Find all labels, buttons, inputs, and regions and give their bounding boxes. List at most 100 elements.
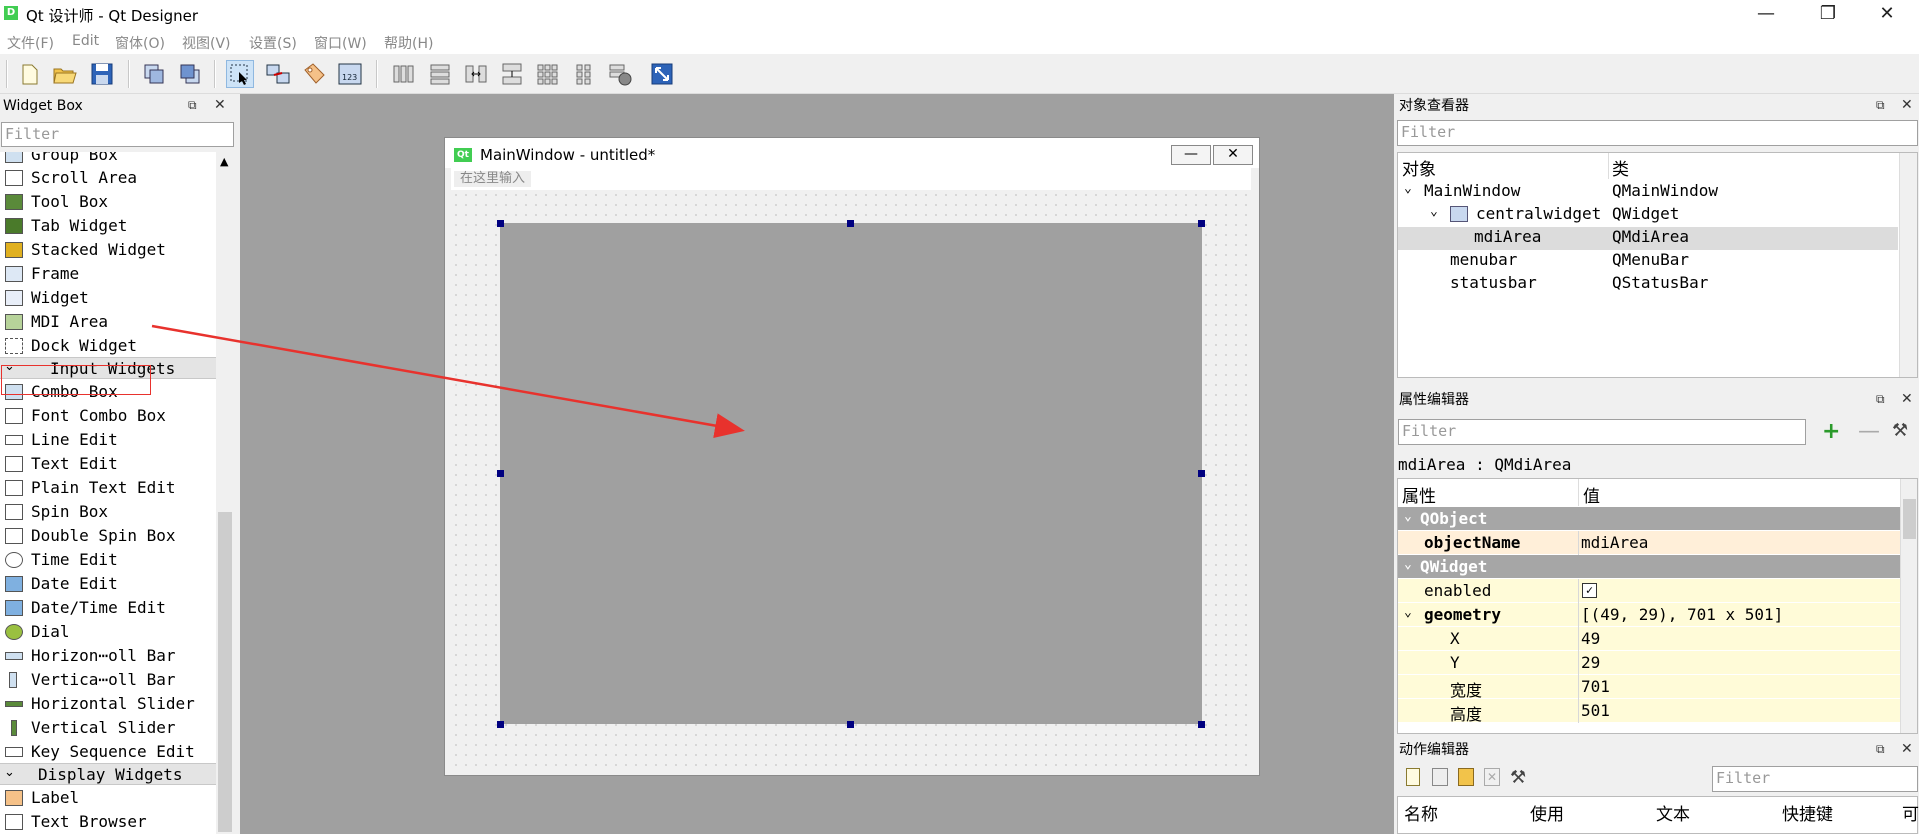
column-class[interactable]: 类 — [1612, 155, 1629, 180]
close-icon[interactable]: ✕ — [1901, 741, 1913, 757]
layout-vertically-icon[interactable] — [426, 60, 454, 88]
column-value[interactable]: 值 — [1583, 482, 1600, 507]
layout-form-icon[interactable] — [570, 60, 598, 88]
enabled-checkbox[interactable]: ✓ — [1582, 583, 1597, 598]
property-row-geometry[interactable]: ⌄ geometry [(49, 29), 701 x 501] — [1398, 603, 1901, 627]
restore-button[interactable]: ❐ — [1805, 0, 1851, 30]
property-filter-input[interactable]: Filter — [1398, 419, 1806, 445]
form-close-button[interactable]: ✕ — [1213, 145, 1253, 165]
resize-handle[interactable] — [1198, 470, 1205, 477]
widget-item-font-combo-box[interactable]: Font Combo Box — [0, 404, 216, 428]
delete-action-icon[interactable]: ✕ — [1484, 768, 1500, 786]
menu-settings[interactable]: 设置(S) — [249, 33, 297, 53]
column-property[interactable]: 属性 — [1402, 482, 1436, 507]
menu-edit[interactable]: Edit — [72, 33, 99, 49]
widget-item-line-edit[interactable]: Line Edit — [0, 428, 216, 452]
widget-item-text-edit[interactable]: Text Edit — [0, 452, 216, 476]
widget-item-key-sequence-edit[interactable]: Key Sequence Edit — [0, 740, 216, 764]
float-icon[interactable]: ⧉ — [188, 98, 197, 113]
widget-item-double-spin-box[interactable]: Double Spin Box — [0, 524, 216, 548]
object-filter-input[interactable]: Filter — [1397, 120, 1918, 146]
float-icon[interactable]: ⧉ — [1876, 742, 1885, 757]
widget-item-group-box[interactable]: Group Box — [0, 152, 216, 167]
widget-item-widget[interactable]: Widget — [0, 286, 216, 310]
object-tree-scrollbar[interactable] — [1899, 153, 1917, 377]
tree-row-menubar[interactable]: menubar QMenuBar — [1398, 250, 1898, 273]
property-row-objectname[interactable]: objectName mdiArea — [1398, 531, 1901, 555]
resize-handle[interactable] — [847, 721, 854, 728]
menu-view[interactable]: 视图(V) — [182, 33, 231, 53]
scroll-up-icon[interactable]: ▲ — [220, 155, 228, 168]
send-to-back-icon[interactable] — [140, 60, 168, 88]
widget-item-horizontal-slider[interactable]: Horizontal Slider — [0, 692, 216, 716]
open-file-icon[interactable] — [50, 60, 78, 88]
menu-file[interactable]: 文件(F) — [7, 33, 54, 53]
widget-item-text-browser[interactable]: Text Browser — [0, 810, 216, 834]
widget-item-plain-text-edit[interactable]: Plain Text Edit — [0, 476, 216, 500]
widget-list-scrollbar[interactable]: ▲ — [216, 152, 234, 834]
tree-row-centralwidget[interactable]: ⌄ centralwidget QWidget — [1398, 204, 1898, 227]
widget-item-frame[interactable]: Frame — [0, 262, 216, 286]
widget-item-date-time-edit[interactable]: Date/Time Edit — [0, 596, 216, 620]
widget-item-label[interactable]: Label — [0, 786, 216, 810]
widget-item-vertical-slider[interactable]: Vertical Slider — [0, 716, 216, 740]
float-icon[interactable]: ⧉ — [1876, 98, 1885, 113]
tree-row-statusbar[interactable]: statusbar QStatusBar — [1398, 273, 1898, 296]
property-row-y[interactable]: Y 29 — [1398, 651, 1901, 675]
remove-property-icon[interactable]: — — [1858, 419, 1880, 444]
new-action-icon[interactable] — [1406, 768, 1420, 786]
property-table-scrollbar[interactable] — [1900, 479, 1917, 733]
layout-vertical-splitter-icon[interactable] — [498, 60, 526, 88]
copy-action-icon[interactable] — [1432, 768, 1448, 786]
new-file-icon[interactable] — [14, 60, 42, 88]
widget-item-tab-widget[interactable]: Tab Widget — [0, 214, 216, 238]
widget-item-dial[interactable]: Dial — [0, 620, 216, 644]
column-checkable[interactable]: 可 — [1902, 800, 1919, 825]
edit-buddies-icon[interactable] — [300, 60, 328, 88]
scroll-thumb[interactable] — [218, 512, 232, 832]
minimize-button[interactable]: — — [1743, 0, 1789, 30]
resize-handle[interactable] — [847, 220, 854, 227]
property-row-x[interactable]: X 49 — [1398, 627, 1901, 651]
group-qobject[interactable]: ⌄ QObject — [1398, 507, 1901, 531]
edit-tab-order-icon[interactable]: 123 — [336, 60, 364, 88]
break-layout-icon[interactable] — [606, 60, 634, 88]
close-icon[interactable]: ✕ — [1901, 97, 1913, 113]
column-object[interactable]: 对象 — [1402, 155, 1436, 180]
widget-item-time-edit[interactable]: Time Edit — [0, 548, 216, 572]
layout-horizontally-icon[interactable] — [390, 60, 418, 88]
action-filter-input[interactable]: Filter — [1712, 766, 1918, 792]
wrench-icon[interactable]: ⚒ — [1510, 767, 1526, 788]
close-button[interactable]: ✕ — [1864, 0, 1910, 30]
float-icon[interactable]: ⧉ — [1876, 392, 1885, 407]
scroll-thumb[interactable] — [1903, 499, 1916, 539]
column-name[interactable]: 名称 — [1404, 800, 1438, 825]
category-display-widgets[interactable]: ⌄ Display Widgets — [0, 763, 216, 785]
group-qwidget[interactable]: ⌄ QWidget — [1398, 555, 1901, 579]
resize-handle[interactable] — [1198, 721, 1205, 728]
widget-item-dock-widget[interactable]: Dock Widget — [0, 334, 216, 358]
widget-item-vertical-scroll-bar[interactable]: Vertica⋯oll Bar — [0, 668, 216, 692]
property-row-width[interactable]: 宽度 701 — [1398, 675, 1901, 700]
resize-handle[interactable] — [497, 220, 504, 227]
close-icon[interactable]: ✕ — [1901, 391, 1913, 407]
save-icon[interactable] — [88, 60, 116, 88]
edit-signals-slots-icon[interactable] — [264, 60, 292, 88]
paste-action-icon[interactable] — [1458, 768, 1474, 786]
property-row-height[interactable]: 高度 501 — [1398, 699, 1901, 724]
widget-item-tool-box[interactable]: Tool Box — [0, 190, 216, 214]
column-used[interactable]: 使用 — [1530, 800, 1564, 825]
form-minimize-button[interactable]: — — [1171, 145, 1211, 165]
resize-handle[interactable] — [497, 721, 504, 728]
tree-row-mainwindow[interactable]: ⌄ MainWindow QMainWindow — [1398, 181, 1898, 204]
bring-to-front-icon[interactable] — [176, 60, 204, 88]
mdi-area-widget[interactable] — [500, 223, 1202, 724]
type-here-menu[interactable]: 在这里输入 — [454, 171, 532, 187]
column-text[interactable]: 文本 — [1656, 800, 1690, 825]
widget-item-stacked-widget[interactable]: Stacked Widget — [0, 238, 216, 262]
layout-grid-icon[interactable] — [534, 60, 562, 88]
widget-item-date-edit[interactable]: Date Edit — [0, 572, 216, 596]
widget-filter-input[interactable]: Filter — [1, 122, 234, 147]
wrench-icon[interactable]: ⚒ — [1892, 420, 1908, 441]
layout-horizontal-splitter-icon[interactable] — [462, 60, 490, 88]
